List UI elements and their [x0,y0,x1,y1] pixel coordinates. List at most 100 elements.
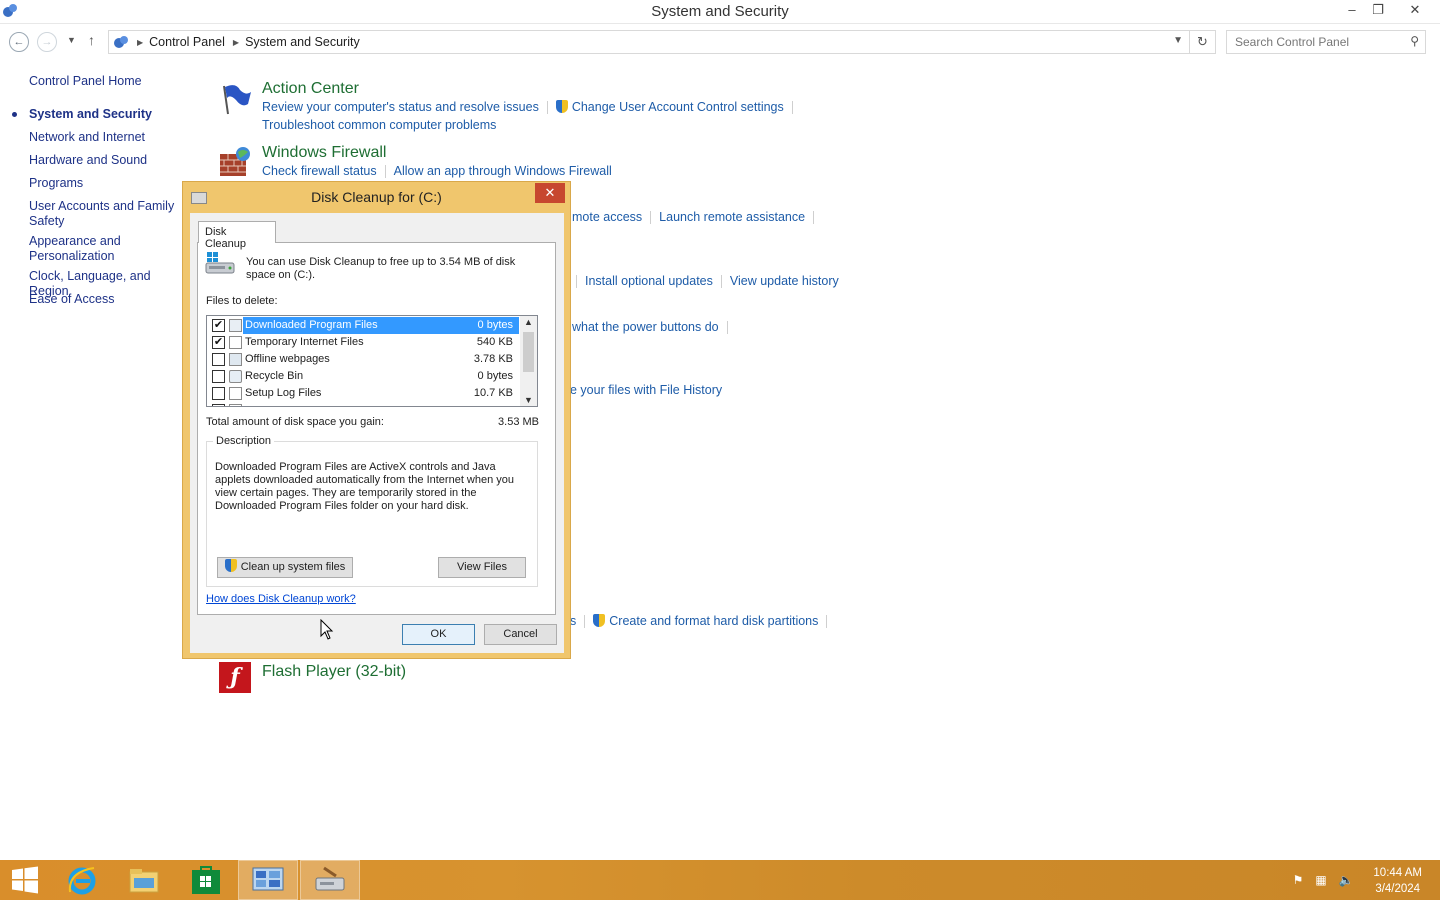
checkbox[interactable] [212,353,225,366]
network-icon[interactable]: ▦ [1313,873,1329,889]
nav-control-panel-home[interactable]: Control Panel Home [29,74,142,89]
taskbar-internet-explorer[interactable] [52,860,112,900]
file-history-link[interactable]: e your files with File History [570,383,722,397]
description-text: Downloaded Program Files are ActiveX con… [215,461,515,512]
start-button[interactable] [0,860,50,900]
scroll-thumb[interactable] [523,332,534,372]
nav-system-security[interactable]: System and Security [12,107,152,122]
close-button[interactable]: ✕ [1400,0,1430,22]
control-panel-icon [114,36,128,48]
link-separator [584,615,586,629]
taskbar-file-explorer[interactable] [114,860,174,900]
list-item[interactable] [207,402,519,406]
dialog-close-button[interactable]: ✕ [535,183,565,203]
file-name: Downloaded Program Files [245,319,378,331]
how-disk-cleanup-works-link[interactable]: How does Disk Cleanup work? [206,593,356,605]
checkbox[interactable] [212,404,225,406]
scroll-down-icon[interactable]: ▼ [524,395,533,405]
nav-ease-of-access[interactable]: Ease of Access [29,292,114,307]
power-buttons-link[interactable]: what the power buttons do [572,320,719,334]
list-item[interactable]: ✔ Downloaded Program Files 0 bytes [207,317,519,334]
nav-network-internet[interactable]: Network and Internet [29,130,145,145]
flash-title[interactable]: Flash Player (32-bit) [262,663,406,681]
view-update-history-link[interactable]: View update history [730,274,839,288]
file-size: 3.78 KB [473,353,513,365]
launch-remote-assistance-link[interactable]: Launch remote assistance [659,210,805,224]
list-item[interactable]: Recycle Bin 0 bytes [207,368,519,385]
store-icon [192,866,220,894]
nav-hardware-sound[interactable]: Hardware and Sound [29,153,147,168]
link-separator [650,211,652,225]
document-icon [229,336,242,349]
ok-button[interactable]: OK [402,624,475,645]
tab-disk-cleanup[interactable]: Disk Cleanup [198,221,276,250]
internet-explorer-icon [68,867,96,895]
troubleshoot-link[interactable]: Troubleshoot common computer problems [262,118,496,132]
nav-label: System and Security [29,107,152,121]
checkbox[interactable]: ✔ [212,319,225,332]
cancel-button[interactable]: Cancel [484,624,557,645]
nav-appearance[interactable]: Appearance and Personalization [29,234,139,264]
link-separator [576,275,577,289]
address-bar[interactable]: ▶ Control Panel ▶ System and Security ▼ … [108,30,1216,54]
intro-text: You can use Disk Cleanup to free up to 3… [246,256,516,281]
list-item[interactable]: Offline webpages 3.78 KB [207,351,519,368]
breadcrumb-control-panel[interactable]: Control Panel [149,35,225,49]
update-links-partial: Install optional updates View update hist… [576,274,839,289]
forward-button[interactable]: → [37,32,57,52]
up-button[interactable]: ↑ [88,32,95,48]
view-files-button[interactable]: View Files [438,557,526,578]
list-item[interactable]: Setup Log Files 10.7 KB [207,385,519,402]
taskbar-store[interactable] [176,860,236,900]
checkbox[interactable]: ✔ [212,336,225,349]
nav-user-accounts[interactable]: User Accounts and Family Safety [29,199,177,229]
current-bullet-icon [12,112,17,117]
review-status-link[interactable]: Review your computer's status and resolv… [262,100,539,114]
search-icon[interactable]: ⚲ [1410,34,1419,48]
files-list[interactable]: ✔ Downloaded Program Files 0 bytes ✔ Tem… [206,315,538,407]
allow-app-link[interactable]: Allow an app through Windows Firewall [394,164,612,178]
firewall-icon [220,147,250,176]
action-center-links: Review your computer's status and resolv… [262,100,801,115]
system-links-partial: mote access Launch remote assistance [572,210,822,225]
file-size: 10.7 KB [473,387,513,399]
action-center-title[interactable]: Action Center [262,80,359,98]
breadcrumb-system-security[interactable]: System and Security [245,35,360,49]
taskbar-control-panel[interactable] [238,860,298,900]
scroll-up-icon[interactable]: ▲ [524,317,533,327]
windows-logo-icon [12,866,38,894]
restore-button[interactable]: ❐ [1364,0,1392,22]
install-optional-updates-link[interactable]: Install optional updates [585,274,713,288]
drive-cleanup-icon [205,252,235,274]
minimize-button[interactable]: – [1338,0,1366,22]
taskbar-disk-cleanup[interactable] [300,860,360,900]
create-format-partitions-link[interactable]: Create and format hard disk partitions [609,614,818,628]
refresh-button[interactable]: ↻ [1189,31,1215,53]
link-separator [826,615,828,629]
volume-muted-icon[interactable]: 🔈 [1338,873,1354,889]
power-links-partial: what the power buttons do [572,320,736,335]
check-firewall-link[interactable]: Check firewall status [262,164,377,178]
file-name: Offline webpages [245,353,330,365]
list-item[interactable]: ✔ Temporary Internet Files 540 KB [207,334,519,351]
nav-programs[interactable]: Programs [29,176,83,191]
history-links-partial: e your files with File History [570,383,722,397]
search-input[interactable]: Search Control Panel ⚲ [1226,30,1426,54]
breadcrumb-chevron-icon: ▶ [232,37,240,47]
remote-access-link[interactable]: mote access [572,210,642,224]
button-label: Clean up system files [240,561,346,573]
address-dropdown-icon[interactable]: ▼ [1173,35,1183,46]
action-center-flag-icon[interactable]: ⚑ [1290,873,1306,889]
list-scrollbar[interactable]: ▲ ▼ [520,316,537,406]
taskbar-clock[interactable]: 10:44 AM 3/4/2024 [1373,865,1422,897]
change-uac-link[interactable]: Change User Account Control settings [572,100,784,114]
checkbox[interactable] [212,370,225,383]
clean-up-system-files-button[interactable]: Clean up system files [217,557,353,578]
breadcrumb-chevron-icon: ▶ [137,37,144,47]
firewall-title[interactable]: Windows Firewall [262,144,386,162]
checkbox[interactable] [212,387,225,400]
file-name: Recycle Bin [245,370,304,382]
address-row: ← → ▼ ↑ ▶ Control Panel ▶ System and Sec… [0,26,1440,56]
recent-pages-dropdown[interactable]: ▼ [67,35,76,45]
back-button[interactable]: ← [9,32,29,52]
